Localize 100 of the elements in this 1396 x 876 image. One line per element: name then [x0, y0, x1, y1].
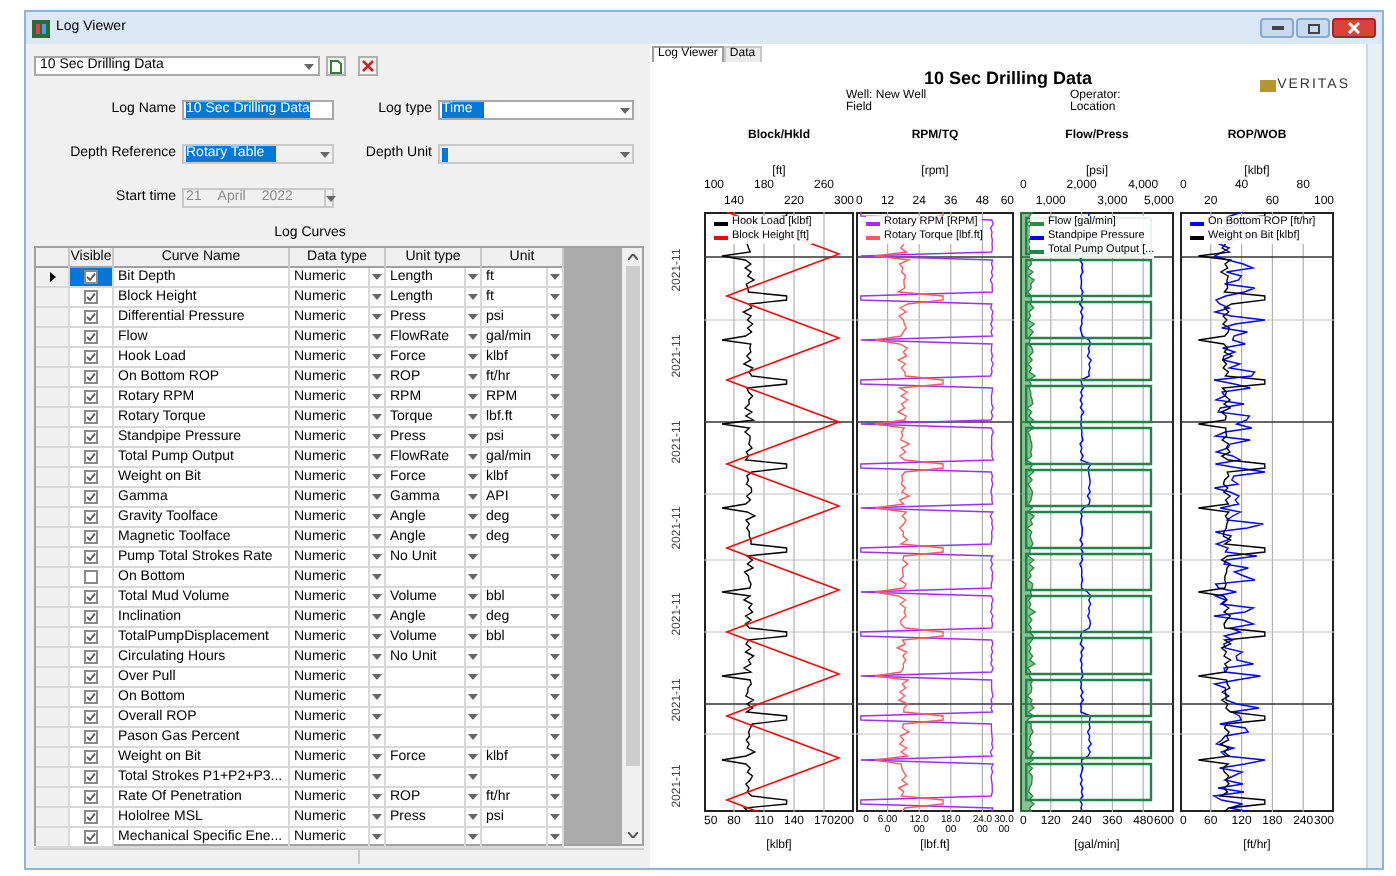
dropdown-arrow-icon[interactable]: [372, 374, 382, 380]
dropdown-arrow-icon[interactable]: [550, 394, 560, 400]
checkbox[interactable]: [84, 370, 98, 384]
dropdown-arrow-icon[interactable]: [372, 714, 382, 720]
checkbox[interactable]: [84, 490, 98, 504]
dropdown-arrow-icon[interactable]: [372, 654, 382, 660]
dropdown-arrow-icon[interactable]: [372, 614, 382, 620]
dropdown-arrow-icon[interactable]: [468, 354, 478, 360]
dropdown-arrow-icon[interactable]: [372, 274, 382, 280]
dropdown-arrow-icon[interactable]: [550, 454, 560, 460]
checkbox[interactable]: [84, 430, 98, 444]
dropdown-arrow-icon[interactable]: [372, 574, 382, 580]
dropdown-arrow-icon[interactable]: [468, 754, 478, 760]
dropdown-arrow-icon[interactable]: [372, 494, 382, 500]
dropdown-arrow-icon[interactable]: [372, 674, 382, 680]
dropdown-arrow-icon[interactable]: [468, 374, 478, 380]
dropdown-arrow-icon[interactable]: [468, 654, 478, 660]
dropdown-arrow-icon[interactable]: [372, 594, 382, 600]
checkbox[interactable]: [84, 550, 98, 564]
checkbox[interactable]: [84, 290, 98, 304]
dropdown-arrow-icon[interactable]: [550, 834, 560, 840]
dropdown-arrow-icon[interactable]: [550, 574, 560, 580]
checkbox[interactable]: [84, 690, 98, 704]
dropdown-arrow-icon[interactable]: [468, 614, 478, 620]
checkbox[interactable]: [84, 450, 98, 464]
checkbox[interactable]: [84, 330, 98, 344]
new-log-button[interactable]: [326, 56, 346, 76]
dropdown-arrow-icon[interactable]: [468, 334, 478, 340]
dropdown-arrow-icon[interactable]: [468, 454, 478, 460]
dropdown-arrow-icon[interactable]: [550, 354, 560, 360]
dropdown-arrow-icon[interactable]: [550, 774, 560, 780]
dropdown-arrow-icon[interactable]: [550, 314, 560, 320]
scrollbar[interactable]: [622, 248, 642, 844]
dropdown-arrow-icon[interactable]: [550, 294, 560, 300]
dropdown-arrow-icon[interactable]: [372, 694, 382, 700]
dropdown-arrow-icon[interactable]: [550, 794, 560, 800]
dropdown-arrow-icon[interactable]: [550, 274, 560, 280]
dropdown-arrow-icon[interactable]: [372, 754, 382, 760]
dropdown-arrow-icon[interactable]: [550, 414, 560, 420]
scroll-up-icon[interactable]: [627, 254, 637, 260]
dropdown-arrow-icon[interactable]: [372, 434, 382, 440]
minimize-button[interactable]: [1260, 18, 1294, 38]
dropdown-arrow-icon[interactable]: [550, 434, 560, 440]
dropdown-arrow-icon[interactable]: [550, 714, 560, 720]
dropdown-arrow-icon[interactable]: [468, 674, 478, 680]
dropdown-arrow-icon[interactable]: [372, 554, 382, 560]
dropdown-arrow-icon[interactable]: [372, 474, 382, 480]
checkbox[interactable]: [84, 810, 98, 824]
checkbox[interactable]: [84, 630, 98, 644]
dropdown-arrow-icon[interactable]: [468, 834, 478, 840]
dropdown-arrow-icon[interactable]: [372, 294, 382, 300]
dropdown-arrow-icon[interactable]: [468, 694, 478, 700]
dropdown-arrow-icon[interactable]: [468, 314, 478, 320]
checkbox[interactable]: [84, 270, 98, 284]
dropdown-arrow-icon[interactable]: [550, 694, 560, 700]
checkbox[interactable]: [84, 470, 98, 484]
scroll-down-icon[interactable]: [627, 832, 637, 838]
scrollbar-thumb[interactable]: [625, 266, 639, 766]
checkbox[interactable]: [84, 310, 98, 324]
dropdown-arrow-icon[interactable]: [372, 394, 382, 400]
dropdown-arrow-icon[interactable]: [550, 534, 560, 540]
dropdown-arrow-icon[interactable]: [372, 534, 382, 540]
dropdown-arrow-icon[interactable]: [468, 274, 478, 280]
dropdown-arrow-icon[interactable]: [550, 634, 560, 640]
close-button[interactable]: [1332, 18, 1376, 38]
dropdown-arrow-icon[interactable]: [372, 454, 382, 460]
checkbox[interactable]: [84, 510, 98, 524]
checkbox[interactable]: [84, 710, 98, 724]
dropdown-arrow-icon[interactable]: [468, 814, 478, 820]
dropdown-arrow-icon[interactable]: [468, 514, 478, 520]
checkbox[interactable]: [84, 670, 98, 684]
checkbox[interactable]: [84, 750, 98, 764]
dropdown-arrow-icon[interactable]: [372, 314, 382, 320]
dropdown-arrow-icon[interactable]: [372, 814, 382, 820]
dropdown-arrow-icon[interactable]: [372, 514, 382, 520]
checkbox[interactable]: [84, 790, 98, 804]
checkbox[interactable]: [84, 610, 98, 624]
checkbox[interactable]: [84, 570, 98, 584]
checkbox[interactable]: [84, 830, 98, 844]
dropdown-arrow-icon[interactable]: [468, 574, 478, 580]
dropdown-arrow-icon[interactable]: [468, 294, 478, 300]
dropdown-arrow-icon[interactable]: [372, 774, 382, 780]
dropdown-arrow-icon[interactable]: [550, 334, 560, 340]
dropdown-arrow-icon[interactable]: [468, 734, 478, 740]
dropdown-arrow-icon[interactable]: [550, 554, 560, 560]
checkbox[interactable]: [84, 350, 98, 364]
dropdown-arrow-icon[interactable]: [468, 634, 478, 640]
checkbox[interactable]: [84, 730, 98, 744]
checkbox[interactable]: [84, 590, 98, 604]
scrollbar[interactable]: [1366, 44, 1382, 868]
checkbox[interactable]: [84, 650, 98, 664]
checkbox[interactable]: [84, 770, 98, 784]
dropdown-arrow-icon[interactable]: [468, 414, 478, 420]
dropdown-arrow-icon[interactable]: [550, 514, 560, 520]
dropdown-arrow-icon[interactable]: [468, 494, 478, 500]
dropdown-arrow-icon[interactable]: [550, 614, 560, 620]
dropdown-arrow-icon[interactable]: [550, 814, 560, 820]
delete-button[interactable]: [358, 56, 378, 76]
dropdown-arrow-icon[interactable]: [468, 474, 478, 480]
dropdown-arrow-icon[interactable]: [468, 534, 478, 540]
